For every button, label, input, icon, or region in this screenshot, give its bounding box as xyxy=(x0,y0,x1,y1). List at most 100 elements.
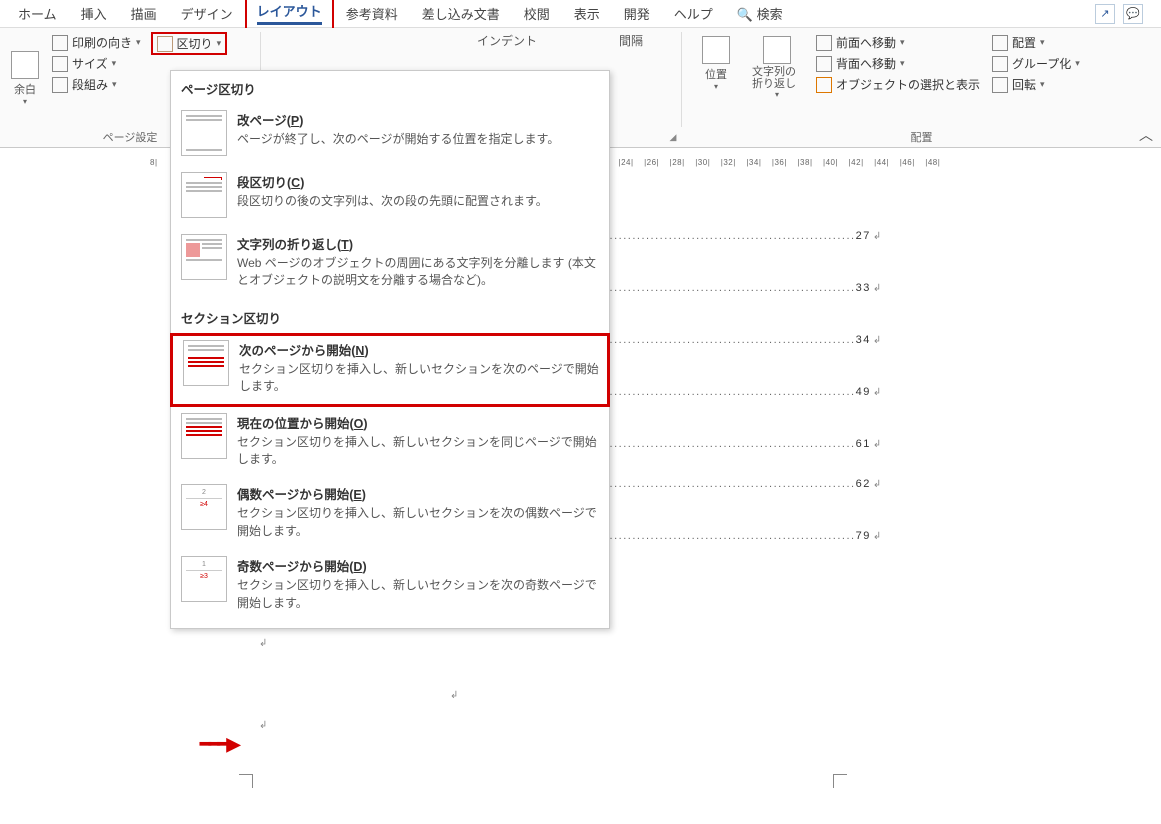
align-icon xyxy=(992,35,1008,51)
dd-item-page-break[interactable]: 改ページ(P) ページが終了し、次のページが開始する位置を指定します。 xyxy=(171,104,609,166)
orientation-label: 印刷の向き xyxy=(72,34,132,51)
indent-header: インデント xyxy=(477,32,537,52)
share-icon[interactable]: ↗ xyxy=(1095,4,1115,24)
ribbon-tabs: ホーム 挿入 描画 デザイン レイアウト 参考資料 差し込み文書 校閲 表示 開… xyxy=(0,0,1161,28)
continuous-desc: セクション区切りを挿入し、新しいセクションを同じページで開始します。 xyxy=(237,434,599,469)
breaks-button[interactable]: 区切り xyxy=(151,32,228,55)
align-label: 配置 xyxy=(1012,34,1036,51)
tab-layout[interactable]: レイアウト xyxy=(245,0,334,31)
page-corner-mark xyxy=(239,774,253,788)
paragraph-mark: ↲ xyxy=(450,690,458,701)
bring-forward-icon xyxy=(816,35,832,51)
dd-item-text-wrap[interactable]: 文字列の折り返し(T) Web ページのオブジェクトの周囲にある文字列を分離しま… xyxy=(171,228,609,300)
text-wrap-icon xyxy=(181,234,227,280)
paragraph-mark: ↲ xyxy=(235,638,935,662)
position-label: 位置 xyxy=(705,66,727,82)
annotation-arrow-icon: ━━━▶ xyxy=(200,734,238,755)
column-break-icon xyxy=(181,172,227,218)
breaks-label: 区切り xyxy=(177,35,213,52)
page-break-title: 改ページ(P) xyxy=(237,110,599,129)
dd-item-continuous[interactable]: 現在の位置から開始(O) セクション区切りを挿入し、新しいセクションを同じページ… xyxy=(171,407,609,479)
paragraph-icon xyxy=(409,32,435,62)
spacing-header: 間隔 xyxy=(619,32,643,52)
comments-icon[interactable]: 💬 xyxy=(1123,4,1143,24)
dd-item-next-page[interactable]: 次のページから開始(N) セクション区切りを挿入し、新しいセクションを次のページ… xyxy=(170,333,610,407)
orientation-button[interactable]: 印刷の向き xyxy=(48,32,145,53)
dd-item-column-break[interactable]: 段区切り(C) 段区切りの後の文字列は、次の段の先頭に配置されます。 xyxy=(171,166,609,228)
page-corner-mark xyxy=(833,774,847,788)
dd-item-even-page[interactable]: 2 ≥4 偶数ページから開始(E) セクション区切りを挿入し、新しいセクションを… xyxy=(171,478,609,550)
paragraph-launcher[interactable]: ◢ xyxy=(667,131,679,143)
continuous-title: 現在の位置から開始(O) xyxy=(237,413,599,432)
group-button[interactable]: グループ化 xyxy=(988,53,1084,74)
tab-home[interactable]: ホーム xyxy=(6,0,69,27)
align-button[interactable]: 配置 xyxy=(988,32,1084,53)
selection-pane-label: オブジェクトの選択と表示 xyxy=(836,76,980,93)
tab-help[interactable]: ヘルプ xyxy=(662,0,725,27)
breaks-icon xyxy=(157,36,173,52)
tab-mailings[interactable]: 差し込み文書 xyxy=(410,0,512,27)
wrap-text-button[interactable]: 文字列の折り返し ▾ xyxy=(746,32,808,103)
even-page-desc: セクション区切りを挿入し、新しいセクションを次の偶数ページで開始します。 xyxy=(237,505,599,540)
wrap-text-label: 文字列の折り返し xyxy=(752,66,802,90)
selection-pane-icon xyxy=(816,77,832,93)
tab-references[interactable]: 参考資料 xyxy=(334,0,410,27)
tab-view[interactable]: 表示 xyxy=(562,0,612,27)
page-break-icon xyxy=(181,110,227,156)
tab-design[interactable]: デザイン xyxy=(169,0,245,27)
group-icon xyxy=(992,56,1008,72)
column-break-title: 段区切り(C) xyxy=(237,172,599,191)
text-wrap-desc: Web ページのオブジェクトの周囲にある文字列を分離します (本文とオブジェクト… xyxy=(237,255,599,290)
tab-developer[interactable]: 開発 xyxy=(612,0,662,27)
next-page-title: 次のページから開始(N) xyxy=(239,340,599,359)
group-arrange: 位置 ▾ 文字列の折り返し ▾ 前面へ移動 背面へ移動 オブジ xyxy=(682,28,1161,147)
odd-page-icon: 1 ≥3 xyxy=(181,556,227,602)
next-page-icon xyxy=(183,340,229,386)
margins-icon xyxy=(11,51,39,79)
even-page-icon: 2 ≥4 xyxy=(181,484,227,530)
tab-insert[interactable]: 挿入 xyxy=(69,0,119,27)
size-button[interactable]: サイズ xyxy=(48,53,145,74)
odd-page-desc: セクション区切りを挿入し、新しいセクションを次の奇数ページで開始します。 xyxy=(237,577,599,612)
dd-item-odd-page[interactable]: 1 ≥3 奇数ページから開始(D) セクション区切りを挿入し、新しいセクションを… xyxy=(171,550,609,622)
columns-label: 段組み xyxy=(72,76,108,93)
bring-forward-label: 前面へ移動 xyxy=(836,34,896,51)
position-button[interactable]: 位置 ▾ xyxy=(690,32,742,95)
margins-button[interactable]: 余白 ▾ xyxy=(8,32,42,124)
size-icon xyxy=(52,56,68,72)
rotate-icon xyxy=(992,77,1008,93)
page-break-desc: ページが終了し、次のページが開始する位置を指定します。 xyxy=(237,131,599,148)
tab-search[interactable]: 🔍 検索 xyxy=(725,0,795,27)
even-page-title: 偶数ページから開始(E) xyxy=(237,484,599,503)
send-backward-button[interactable]: 背面へ移動 xyxy=(812,53,984,74)
size-label: サイズ xyxy=(72,55,108,72)
tab-draw[interactable]: 描画 xyxy=(119,0,169,27)
collapse-ribbon-button[interactable]: ︿ xyxy=(1139,125,1153,145)
orientation-icon xyxy=(52,35,68,51)
tab-review[interactable]: 校閲 xyxy=(512,0,562,27)
odd-page-title: 奇数ページから開始(D) xyxy=(237,556,599,575)
dd-header-page-breaks: ページ区切り xyxy=(171,71,609,104)
search-label: 検索 xyxy=(757,7,783,22)
search-icon: 🔍 xyxy=(737,7,753,22)
continuous-icon xyxy=(181,413,227,459)
group-label: グループ化 xyxy=(1012,55,1071,72)
send-backward-icon xyxy=(816,56,832,72)
margins-label: 余白 xyxy=(14,81,36,97)
column-break-desc: 段区切りの後の文字列は、次の段の先頭に配置されます。 xyxy=(237,193,599,210)
paragraph-mark: ↲ xyxy=(235,720,935,744)
bring-forward-button[interactable]: 前面へ移動 xyxy=(812,32,984,53)
wrap-text-icon xyxy=(763,36,791,64)
next-page-desc: セクション区切りを挿入し、新しいセクションを次のページで開始します。 xyxy=(239,361,599,396)
position-icon xyxy=(702,36,730,64)
send-backward-label: 背面へ移動 xyxy=(836,55,896,72)
text-wrap-title: 文字列の折り返し(T) xyxy=(237,234,599,253)
rotate-button[interactable]: 回転 xyxy=(988,74,1084,95)
dd-header-section-breaks: セクション区切り xyxy=(171,300,609,333)
paragraph-mark xyxy=(235,662,935,690)
breaks-dropdown: ページ区切り 改ページ(P) ページが終了し、次のページが開始する位置を指定しま… xyxy=(170,70,610,629)
selection-pane-button[interactable]: オブジェクトの選択と表示 xyxy=(812,74,984,95)
columns-icon xyxy=(52,77,68,93)
columns-button[interactable]: 段組み xyxy=(48,74,145,95)
group-arrange-label: 配置 xyxy=(682,129,1161,145)
